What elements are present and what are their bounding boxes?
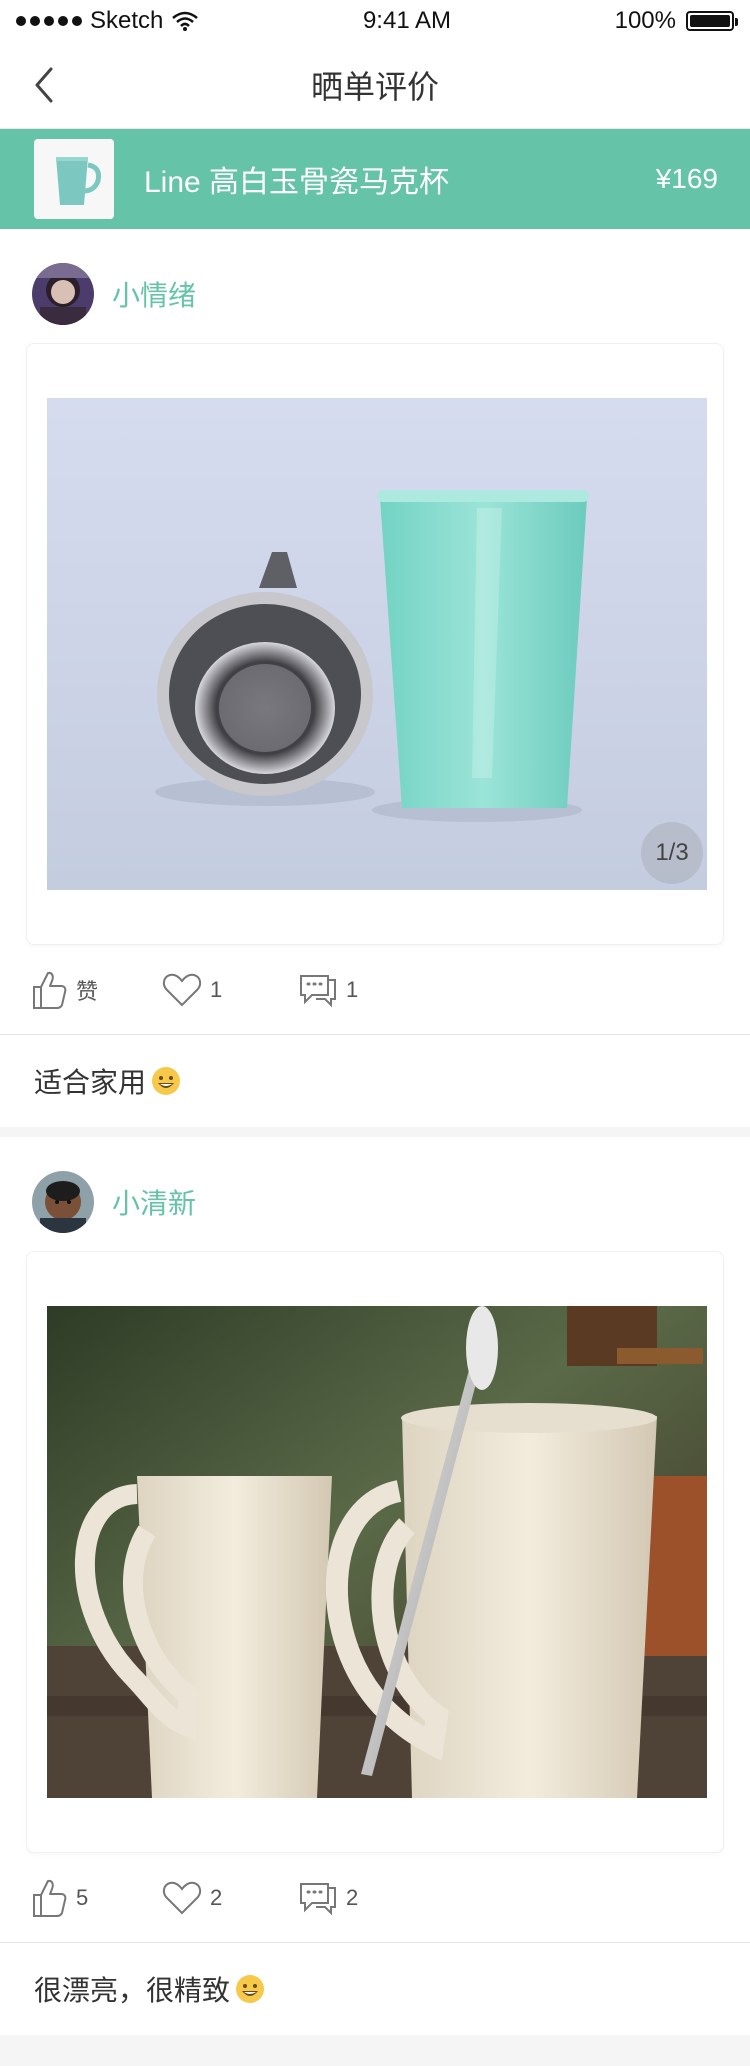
status-time: 9:41 AM (362, 7, 452, 34)
photo-page-indicator: 1/3 (641, 822, 703, 884)
product-name: Line 高白玉骨瓷马克杯 (144, 166, 450, 199)
favorite-button[interactable]: 2 (162, 1880, 298, 1916)
review-photo-image (47, 398, 707, 890)
review-actions: 5 2 2 (0, 1853, 750, 1943)
favorite-button[interactable]: 1 (162, 972, 298, 1008)
status-right: 100% (614, 7, 738, 35)
review-comment: 适合家用 (0, 1035, 750, 1127)
comment-icon (300, 1882, 336, 1915)
page-title: 晒单评价 (310, 69, 439, 105)
review-photo-frame: 1/3 (26, 343, 724, 945)
heart-icon (162, 973, 202, 1006)
heart-icon (162, 1881, 202, 1914)
battery-icon (685, 11, 738, 31)
comment-button[interactable]: 1 (298, 972, 418, 1008)
avatar-image (32, 263, 94, 325)
smile-emoji-icon (150, 1065, 182, 1097)
chevron-left-icon (35, 67, 53, 103)
review-photo-frame (26, 1251, 724, 1853)
review-card-1: 小情绪 1/3 赞 1 1 适合家用 (0, 229, 750, 1127)
product-thumbnail (34, 139, 114, 219)
avatar[interactable] (32, 263, 94, 325)
carrier-label: Sketch (90, 7, 164, 34)
review-actions: 赞 1 1 (0, 945, 750, 1035)
review-comment-text: 适合家用 (34, 1067, 147, 1098)
status-left: Sketch (16, 7, 199, 35)
comment-icon (300, 974, 336, 1007)
comment-button[interactable]: 2 (298, 1880, 418, 1916)
back-button[interactable] (24, 65, 64, 105)
wifi-icon (172, 11, 199, 31)
like-count: 5 (76, 1884, 89, 1910)
like-button[interactable]: 赞 (30, 969, 162, 1011)
like-label: 赞 (76, 978, 99, 1004)
product-banner[interactable]: Line 高白玉骨瓷马克杯 ¥169 (0, 129, 750, 229)
favorite-count: 2 (210, 1884, 223, 1910)
review-card-2: 小清新 5 2 2 很漂亮，很精致 (0, 1137, 750, 2035)
like-button[interactable]: 5 (30, 1877, 162, 1919)
review-comment: 很漂亮，很精致 (0, 1943, 750, 2035)
status-bar: Sketch 9:41 AM 100% (0, 0, 750, 42)
signal-icon (16, 16, 82, 26)
smile-emoji-icon (234, 1973, 266, 2005)
thumbs-up-icon (33, 1879, 67, 1917)
thumbs-up-icon (33, 971, 67, 1009)
reviewer-name[interactable]: 小情绪 (112, 274, 196, 314)
avatar[interactable] (32, 1171, 94, 1233)
review-separator (0, 1127, 750, 1137)
comment-count: 1 (346, 976, 359, 1002)
favorite-count: 1 (210, 976, 223, 1002)
navigation-bar: 晒单评价 (0, 42, 750, 129)
mug-image (34, 139, 114, 219)
reviewer-name[interactable]: 小清新 (112, 1182, 196, 1222)
product-price: ¥169 (655, 163, 718, 194)
review-photo[interactable] (47, 1306, 707, 1798)
review-comment-text: 很漂亮，很精致 (34, 1975, 231, 2006)
review-photo[interactable]: 1/3 (47, 398, 707, 890)
reviewer: 小清新 (0, 1137, 750, 1251)
comment-count: 2 (346, 1884, 359, 1910)
battery-label: 100% (614, 7, 676, 34)
review-photo-image (47, 1306, 707, 1798)
avatar-image (32, 1171, 94, 1233)
reviewer: 小情绪 (0, 229, 750, 343)
